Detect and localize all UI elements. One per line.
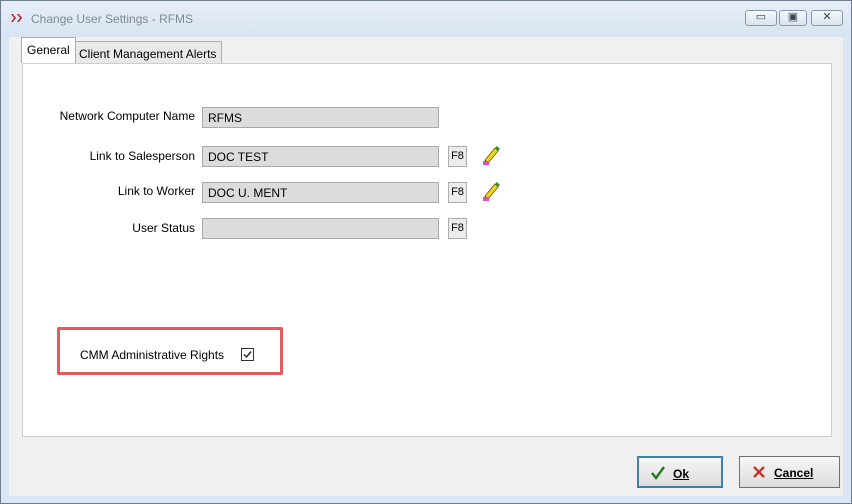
cancel-button-label: Cancel	[774, 466, 814, 480]
worker-lookup-button[interactable]: F8	[448, 182, 467, 203]
app-logo-icon	[11, 14, 22, 22]
title-bar[interactable]: Change User Settings - RFMS ▭ ▣ ✕	[1, 1, 851, 37]
close-button[interactable]: ✕	[811, 10, 843, 26]
dialog-body: General Client Management Alerts Network…	[9, 37, 843, 496]
minimize-icon: ▭	[755, 11, 767, 23]
checkmark-icon	[651, 466, 665, 480]
checkmark-icon	[243, 351, 252, 359]
cancel-x-icon	[753, 466, 765, 478]
close-icon: ✕	[822, 11, 832, 23]
salesperson-lookup-button[interactable]: F8	[448, 146, 467, 167]
link-to-salesperson-label: Link to Salesperson	[89, 149, 195, 163]
network-computer-name-label: Network Computer Name	[59, 109, 195, 123]
tab-client-management-alerts[interactable]: Client Management Alerts	[73, 41, 223, 63]
maximize-icon: ▣	[787, 11, 799, 23]
minimize-button[interactable]: ▭	[745, 10, 777, 26]
worker-clear-pencil-icon[interactable]	[481, 180, 501, 202]
cmm-admin-rights-label: CMM Administrative Rights	[80, 348, 225, 362]
network-computer-name-field[interactable]: RFMS	[202, 107, 439, 128]
cmm-admin-rights-checkbox[interactable]	[241, 348, 254, 361]
link-to-worker-label: Link to Worker	[117, 184, 195, 198]
tab-general[interactable]: General	[21, 37, 76, 63]
link-to-salesperson-field[interactable]: DOC TEST	[202, 146, 439, 167]
ok-button[interactable]: Ok	[637, 456, 723, 488]
link-to-worker-field[interactable]: DOC U. MENT	[202, 182, 439, 203]
maximize-button[interactable]: ▣	[779, 10, 807, 26]
user-status-label: User Status	[132, 221, 195, 235]
user-status-lookup-button[interactable]: F8	[448, 218, 467, 239]
salesperson-clear-pencil-icon[interactable]	[481, 144, 501, 166]
window-title: Change User Settings - RFMS	[31, 12, 194, 26]
user-status-field[interactable]	[202, 218, 439, 239]
cancel-button[interactable]: Cancel	[739, 456, 840, 488]
ok-button-label: Ok	[673, 467, 690, 481]
dialog-window: Change User Settings - RFMS ▭ ▣ ✕ Genera…	[0, 0, 852, 504]
general-tab-panel: Network Computer Name RFMS Link to Sales…	[22, 63, 832, 437]
